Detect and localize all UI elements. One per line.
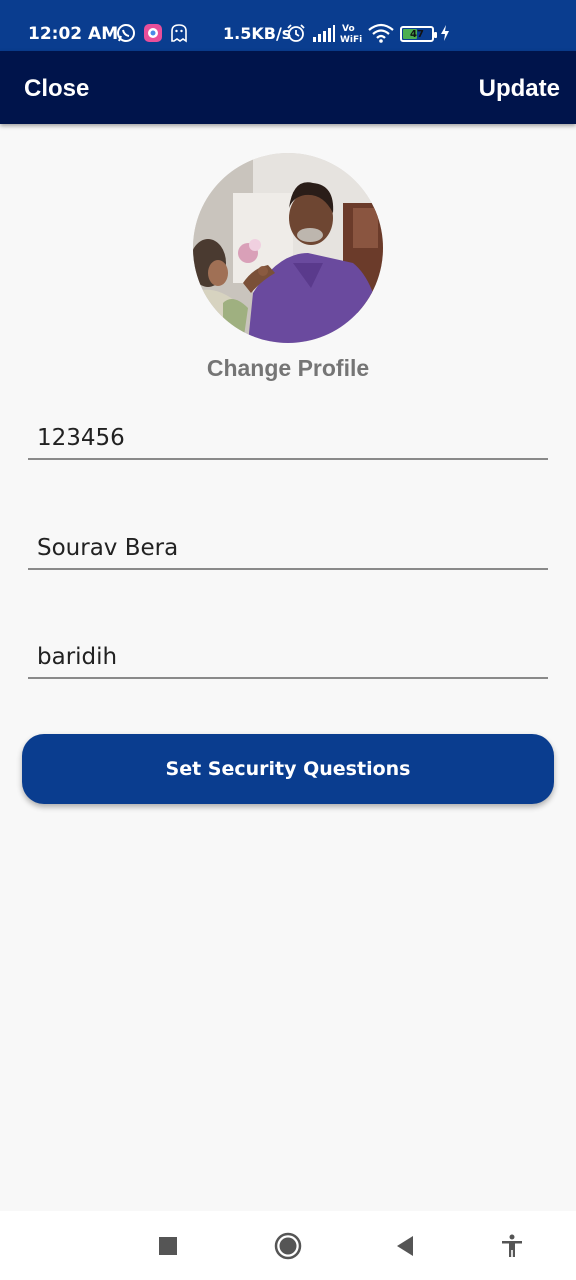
name-input[interactable] [37,532,537,564]
network-speed: 1.5KB/s [223,24,292,43]
update-button[interactable]: Update [479,75,560,103]
field-name [28,526,548,570]
signal-icon [312,22,336,44]
number-input[interactable] [37,422,537,454]
wifi-icon [368,22,394,44]
location-input[interactable] [37,641,537,673]
accessibility-icon[interactable] [497,1231,527,1261]
alarm-icon [286,22,306,44]
set-security-questions-button[interactable]: Set Security Questions [22,734,554,804]
profile-avatar[interactable] [193,153,383,343]
app-launcher-icon [143,22,163,44]
field-number [28,416,548,460]
charging-icon [439,22,451,44]
ghost-icon [170,22,188,44]
vowifi-icon: Vo WiFi [340,22,364,44]
recents-square-icon[interactable] [153,1231,183,1261]
whatsapp-icon [116,22,136,44]
svg-text:Vo: Vo [342,24,355,34]
profile-photo [193,153,383,343]
app-bar: Close Update [0,51,576,124]
back-triangle-icon[interactable] [390,1231,420,1261]
battery-level: 47 [410,28,424,40]
change-profile-link[interactable]: Change Profile [0,355,576,382]
home-circle-icon[interactable] [273,1231,303,1261]
status-bar: 12:02 AM 1.5KB/s Vo WiFi 47 [0,0,576,51]
system-nav-bar [0,1211,576,1280]
battery-nub [434,32,437,38]
status-time: 12:02 AM [28,24,119,44]
svg-text:WiFi: WiFi [340,35,362,44]
close-button[interactable]: Close [24,75,89,103]
profile-edit-screen: 12:02 AM 1.5KB/s Vo WiFi 47 Close Update… [0,0,576,1280]
field-location [28,635,548,679]
battery-icon: 47 [400,26,437,42]
